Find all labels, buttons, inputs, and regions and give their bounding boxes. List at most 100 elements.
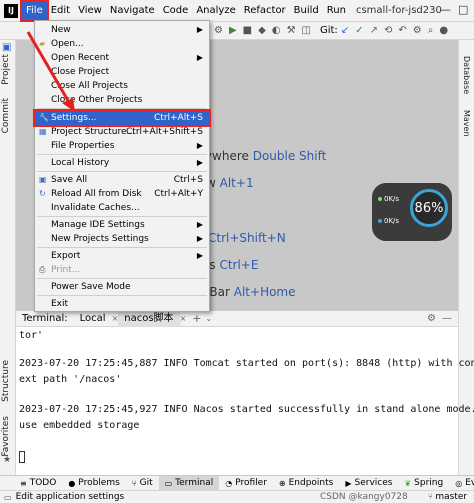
git-branch[interactable]: ⑂ master: [428, 492, 467, 502]
menu-item-invalidate-caches[interactable]: Invalidate Caches...: [35, 201, 209, 215]
submenu-arrow-icon: ▶: [196, 25, 203, 34]
submenu-arrow-icon: ▶: [196, 251, 203, 260]
submenu-arrow-icon: ▶: [196, 234, 203, 243]
menu-item-new[interactable]: New ▶: [35, 23, 209, 37]
add-tab-icon[interactable]: +: [192, 312, 201, 325]
profiler-tab[interactable]: ◔ Profiler: [219, 476, 273, 491]
update-icon[interactable]: ●: [439, 25, 448, 36]
terminal-cursor: [19, 451, 25, 463]
terminal-line: tor': [19, 330, 44, 341]
gear-icon[interactable]: ⚙: [427, 313, 436, 324]
menu-item-project-structure[interactable]: ▦ Project Structure... Ctrl+Alt+Shift+S: [35, 125, 209, 139]
maven-tool-tab[interactable]: Maven: [462, 110, 471, 137]
search-icon[interactable]: ⌕: [428, 25, 434, 36]
debug-icon[interactable]: ⚙: [214, 25, 223, 36]
menu-item-file-properties[interactable]: File Properties ▶: [35, 139, 209, 153]
maximize-icon[interactable]: □: [458, 3, 468, 16]
menu-item-reload-all[interactable]: ↻ Reload All from Disk Ctrl+Alt+Y: [35, 187, 209, 201]
commit-tool-tab[interactable]: Commit: [1, 98, 11, 133]
git-commit-icon[interactable]: ✓: [355, 25, 363, 36]
favorites-tool-tab[interactable]: Favorites: [1, 416, 11, 457]
menu-item-close-project[interactable]: Close Project: [35, 65, 209, 79]
build-icon[interactable]: ⚒: [287, 25, 296, 36]
profile-icon[interactable]: ◐: [272, 25, 281, 36]
watermark: CSDN @kangy0728: [320, 492, 408, 502]
minimize-icon[interactable]: —: [440, 3, 451, 16]
git-tab[interactable]: ⑂ Git: [126, 476, 159, 491]
menu-item-open-recent[interactable]: Open Recent ▶: [35, 51, 209, 65]
menu-item-settings[interactable]: 🔧 Settings... Ctrl+Alt+S: [33, 109, 211, 127]
settings-icon[interactable]: ⚙: [413, 25, 422, 36]
menu-item-new-projects-settings[interactable]: New Projects Settings ▶: [35, 232, 209, 246]
terminal-tab-local[interactable]: Local: [74, 311, 112, 327]
terminal-header: Terminal: Local × nacos脚本 × + ⌄ ⚙ —: [16, 310, 458, 327]
terminal-tab-nacos[interactable]: nacos脚本: [118, 310, 180, 327]
star-icon: ★: [3, 455, 12, 465]
menu-view[interactable]: View: [74, 2, 106, 20]
menu-item-close-other-projects[interactable]: Close Other Projects: [35, 93, 209, 107]
terminal-line: ext path '/nacos': [19, 374, 122, 385]
menu-item-manage-ide-settings[interactable]: Manage IDE Settings ▶: [35, 218, 209, 232]
rollback-icon[interactable]: ↶: [398, 25, 406, 36]
terminal-line: use embedded storage: [19, 420, 140, 431]
menu-edit[interactable]: Edit: [47, 2, 74, 20]
hint-navigation-bar: n Bar Alt+Home: [198, 285, 296, 299]
menu-separator: [37, 108, 207, 109]
speed-widget[interactable]: 0K/s 0K/s 86%: [372, 183, 452, 241]
menu-item-save-all[interactable]: ▣ Save All Ctrl+S: [35, 173, 209, 187]
hint-go-to-file: Ctrl+Shift+N: [208, 231, 286, 245]
spring-tab[interactable]: ❦ Spring: [398, 476, 449, 491]
menu-item-open[interactable]: ▰ Open...: [35, 37, 209, 51]
menu-refactor[interactable]: Refactor: [240, 2, 290, 20]
problems-tab[interactable]: ● Problems: [62, 476, 125, 491]
menu-item-local-history[interactable]: Local History ▶: [35, 156, 209, 170]
terminal-tab[interactable]: ▭ Terminal: [158, 475, 220, 491]
project-tool-tab[interactable]: Project: [1, 54, 11, 85]
spring-icon: ❦: [404, 478, 412, 488]
structure-tool-tab[interactable]: Structure: [1, 360, 11, 402]
chevron-down-icon[interactable]: ⌄: [205, 314, 212, 323]
menu-item-exit[interactable]: Exit: [35, 297, 209, 311]
close-icon[interactable]: ×: [180, 314, 187, 323]
menu-item-export[interactable]: Export ▶: [35, 249, 209, 263]
menu-run[interactable]: Run: [323, 2, 350, 20]
database-tool-tab[interactable]: Database: [462, 56, 471, 94]
stop-icon[interactable]: ■: [243, 25, 252, 36]
git-update-icon[interactable]: ↙: [341, 25, 349, 36]
menu-code[interactable]: Code: [159, 2, 193, 20]
git-push-icon[interactable]: ↗: [370, 25, 378, 36]
event-icon: ◎: [455, 478, 463, 488]
services-icon: ▶: [345, 478, 352, 488]
status-icon: ▭: [4, 492, 12, 502]
terminal-output[interactable]: tor' 2023-07-20 17:25:45,887 INFO Tomcat…: [16, 327, 474, 475]
todo-tab[interactable]: ≡ TODO: [14, 476, 62, 491]
endpoints-icon: ⊕: [278, 478, 286, 488]
menu-analyze[interactable]: Analyze: [192, 2, 239, 20]
menu-item-close-all-projects[interactable]: Close All Projects: [35, 79, 209, 93]
run-icon[interactable]: ▶: [229, 25, 237, 36]
services-tab[interactable]: ▶ Services: [339, 476, 398, 491]
terminal-icon: ▭: [164, 478, 173, 488]
submenu-arrow-icon: ▶: [196, 53, 203, 62]
menu-build[interactable]: Build: [290, 2, 323, 20]
event-log-tab[interactable]: ◎Event: [449, 476, 474, 491]
bottom-tool-tabs: ≡ TODO ● Problems ⑂ Git ▭ Terminal ◔ Profiler…: [0, 475, 474, 491]
menu-item-power-save-mode[interactable]: Power Save Mode: [35, 280, 209, 294]
menu-separator: [37, 278, 207, 279]
gradle-icon[interactable]: ◫: [302, 25, 311, 36]
menu-bar: IJ File Edit View Navigate Code Analyze …: [0, 0, 474, 22]
history-icon[interactable]: ⟲: [384, 25, 392, 36]
list-icon: ≡: [20, 478, 27, 488]
menu-separator: [37, 295, 207, 296]
project-panel-icon[interactable]: ▣: [2, 42, 11, 53]
coverage-icon[interactable]: ◆: [258, 25, 266, 36]
hint-recent-files: es Ctrl+E: [202, 258, 259, 272]
menu-file[interactable]: File: [20, 0, 49, 22]
status-bar: ▭ Edit application settings CSDN @kangy0…: [0, 490, 474, 503]
hide-panel-icon[interactable]: —: [442, 313, 452, 324]
close-icon[interactable]: ×: [112, 314, 119, 323]
profiler-icon: ◔: [225, 478, 233, 488]
left-tool-strip: ▣ Project Commit Structure Favorites ★: [0, 40, 16, 503]
menu-navigate[interactable]: Navigate: [106, 2, 159, 20]
endpoints-tab[interactable]: ⊕ Endpoints: [273, 476, 339, 491]
